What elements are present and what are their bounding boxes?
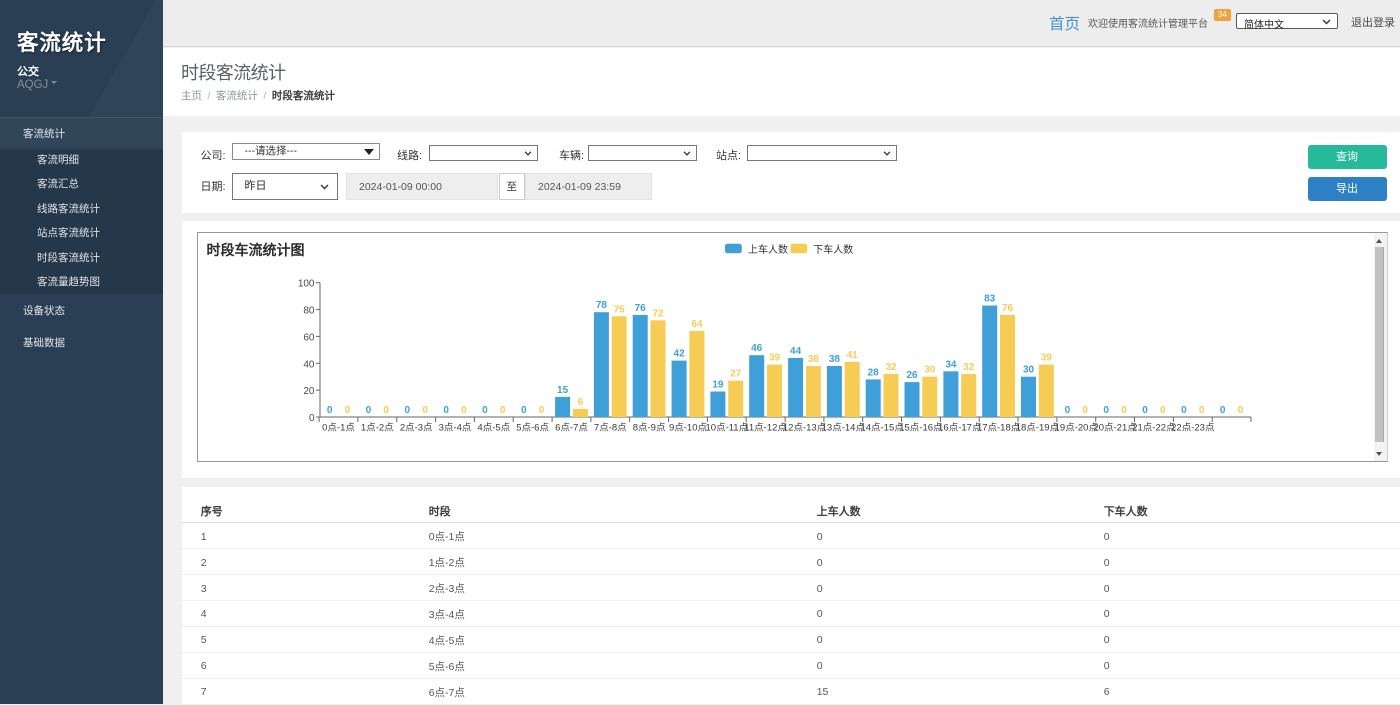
svg-text:9点-10点: 9点-10点	[668, 423, 707, 434]
svg-text:11点-12点: 11点-12点	[744, 423, 787, 434]
svg-text:5点-6点: 5点-6点	[516, 423, 549, 434]
svg-text:44: 44	[790, 346, 802, 357]
svg-text:78: 78	[595, 300, 607, 311]
svg-text:60: 60	[303, 332, 315, 343]
svg-text:19: 19	[712, 380, 724, 391]
svg-text:100: 100	[297, 279, 314, 290]
svg-text:21点-22点: 21点-22点	[1132, 423, 1176, 434]
svg-text:0: 0	[1142, 405, 1148, 416]
svg-text:0: 0	[443, 405, 449, 416]
svg-text:38: 38	[807, 354, 819, 365]
svg-text:0: 0	[365, 405, 371, 416]
svg-text:0: 0	[521, 405, 527, 416]
svg-text:0: 0	[461, 405, 467, 416]
svg-text:10点-11点: 10点-11点	[705, 423, 748, 434]
svg-text:8点-9点: 8点-9点	[632, 423, 665, 434]
svg-text:4点-5点: 4点-5点	[477, 423, 510, 434]
svg-text:32: 32	[963, 362, 975, 373]
svg-text:16点-17点: 16点-17点	[938, 423, 982, 434]
svg-text:64: 64	[691, 319, 703, 330]
svg-text:13点-14点: 13点-14点	[821, 423, 865, 434]
svg-text:0: 0	[1181, 405, 1187, 416]
svg-text:39: 39	[1040, 353, 1052, 364]
svg-text:0点-1点: 0点-1点	[322, 423, 355, 434]
svg-text:0: 0	[422, 405, 428, 416]
svg-text:38: 38	[828, 354, 840, 365]
svg-text:0: 0	[1121, 405, 1127, 416]
svg-text:42: 42	[673, 349, 685, 360]
svg-text:0: 0	[1198, 405, 1204, 416]
svg-text:0: 0	[499, 405, 505, 416]
svg-text:75: 75	[613, 304, 625, 315]
svg-text:15点-16点: 15点-16点	[899, 423, 943, 434]
svg-text:0: 0	[1082, 405, 1088, 416]
svg-text:20点-21点: 20点-21点	[1093, 423, 1137, 434]
svg-text:0: 0	[404, 405, 410, 416]
svg-text:6点-7点: 6点-7点	[555, 423, 588, 434]
svg-text:20: 20	[303, 386, 315, 397]
svg-text:0: 0	[344, 405, 350, 416]
svg-text:34: 34	[945, 359, 957, 370]
svg-text:0: 0	[1103, 405, 1109, 416]
svg-text:30: 30	[1022, 365, 1034, 376]
svg-text:40: 40	[303, 359, 315, 370]
svg-text:0: 0	[1064, 405, 1070, 416]
svg-text:0: 0	[1219, 405, 1225, 416]
svg-text:19点-20点: 19点-20点	[1054, 423, 1098, 434]
svg-text:72: 72	[652, 308, 664, 319]
svg-text:6: 6	[577, 397, 583, 408]
svg-text:0: 0	[1160, 405, 1166, 416]
svg-text:41: 41	[846, 350, 858, 361]
svg-text:28: 28	[867, 367, 879, 378]
svg-text:7点-8点: 7点-8点	[593, 423, 626, 434]
svg-text:时段车流统计图: 时段车流统计图	[206, 242, 304, 258]
svg-text:0: 0	[482, 405, 488, 416]
svg-text:0: 0	[1237, 405, 1243, 416]
svg-text:76: 76	[1001, 303, 1013, 314]
svg-text:30: 30	[924, 365, 936, 376]
svg-text:14点-15点: 14点-15点	[860, 423, 904, 434]
svg-text:17点-18点: 17点-18点	[976, 423, 1020, 434]
svg-text:22点-23点: 22点-23点	[1171, 423, 1215, 434]
svg-text:0: 0	[326, 405, 332, 416]
svg-text:0: 0	[308, 413, 314, 424]
svg-text:15: 15	[557, 385, 569, 396]
svg-text:76: 76	[634, 303, 646, 314]
svg-text:27: 27	[730, 369, 742, 380]
svg-text:3点-4点: 3点-4点	[438, 423, 471, 434]
svg-text:1点-2点: 1点-2点	[360, 423, 393, 434]
svg-text:39: 39	[768, 353, 780, 364]
svg-text:32: 32	[885, 362, 897, 373]
svg-text:下车人数: 下车人数	[813, 243, 853, 256]
svg-text:26: 26	[906, 370, 918, 381]
svg-text:上车人数: 上车人数	[748, 243, 788, 256]
svg-text:83: 83	[984, 294, 996, 305]
svg-text:80: 80	[303, 306, 315, 317]
svg-text:18点-19点: 18点-19点	[1015, 423, 1059, 434]
svg-text:0: 0	[383, 405, 389, 416]
svg-text:0: 0	[538, 405, 544, 416]
svg-text:46: 46	[751, 343, 763, 354]
svg-text:2点-3点: 2点-3点	[399, 423, 432, 434]
svg-text:12点-13点: 12点-13点	[782, 423, 826, 434]
